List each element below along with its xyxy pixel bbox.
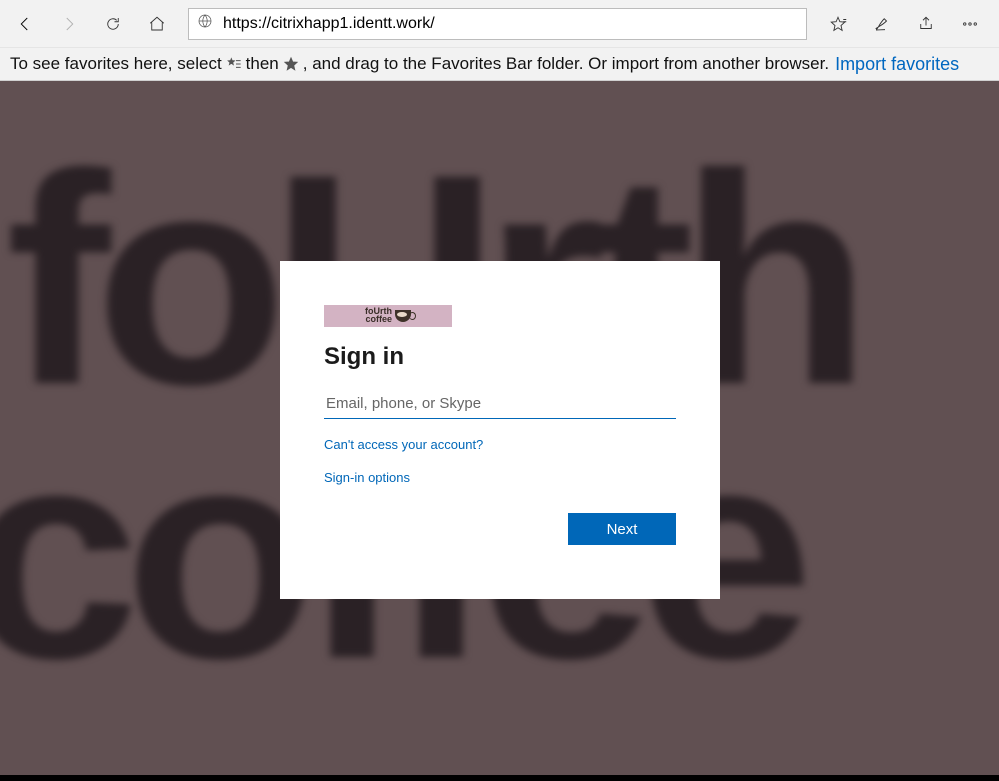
- cant-access-link[interactable]: Can't access your account?: [324, 437, 676, 452]
- signin-heading: Sign in: [324, 343, 676, 371]
- company-logo: foUrth coffee: [324, 305, 452, 327]
- import-favorites-link[interactable]: Import favorites: [835, 54, 959, 75]
- notes-pen-icon[interactable]: [861, 4, 903, 44]
- more-menu-icon[interactable]: [949, 4, 991, 44]
- forward-button[interactable]: [48, 4, 90, 44]
- favorites-hint-text-2: then: [246, 54, 279, 74]
- favorites-hint-text-3: , and drag to the Favorites Bar folder. …: [303, 54, 829, 74]
- home-button[interactable]: [136, 4, 178, 44]
- refresh-button[interactable]: [92, 4, 134, 44]
- page-content: foUrth coffee foUrth coffee Sign in Can'…: [0, 81, 999, 781]
- favorites-star-icon[interactable]: [817, 4, 859, 44]
- toolbar-right-icons: [817, 4, 995, 44]
- url-input[interactable]: [223, 15, 798, 33]
- favorites-hint-text-1: To see favorites here, select: [10, 54, 222, 74]
- address-bar-container: [188, 8, 807, 40]
- star-list-icon: [226, 56, 242, 72]
- button-row: Next: [324, 513, 676, 545]
- bottom-strip: [0, 775, 999, 781]
- globe-icon: [197, 13, 213, 34]
- back-button[interactable]: [4, 4, 46, 44]
- next-button[interactable]: Next: [568, 513, 676, 545]
- signin-card: foUrth coffee Sign in Can't access your …: [280, 261, 720, 599]
- address-bar[interactable]: [188, 8, 807, 40]
- signin-options-link[interactable]: Sign-in options: [324, 470, 676, 485]
- coffee-cup-icon: [395, 310, 411, 322]
- share-icon[interactable]: [905, 4, 947, 44]
- browser-toolbar: [0, 0, 999, 48]
- favorites-hint-bar: To see favorites here, select then , and…: [0, 48, 999, 81]
- email-input[interactable]: [324, 389, 676, 419]
- star-outline-icon: [283, 56, 299, 72]
- logo-text: foUrth coffee: [365, 308, 392, 323]
